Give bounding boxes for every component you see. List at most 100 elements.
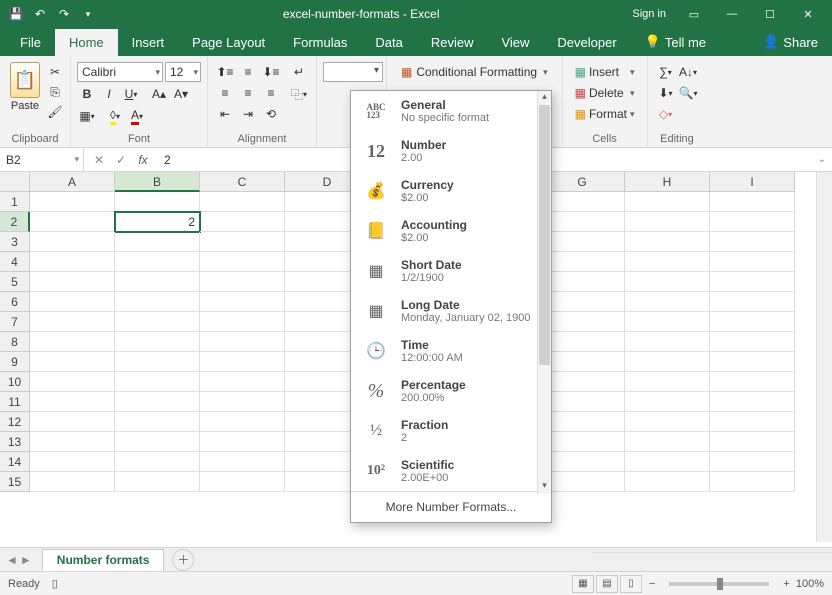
bold-button[interactable]: B <box>77 84 97 104</box>
find-select-icon[interactable]: 🔍▾ <box>678 83 699 103</box>
cell[interactable] <box>710 392 795 412</box>
number-format-combo[interactable] <box>323 62 383 82</box>
cell[interactable] <box>200 332 285 352</box>
cell[interactable] <box>710 192 795 212</box>
fx-button[interactable]: fx <box>134 153 152 167</box>
more-number-formats-button[interactable]: More Number Formats... <box>351 491 551 522</box>
column-header[interactable]: H <box>625 172 710 192</box>
cell[interactable] <box>710 312 795 332</box>
cell[interactable] <box>625 252 710 272</box>
cell[interactable] <box>115 432 200 452</box>
cell[interactable] <box>30 472 115 492</box>
number-format-option[interactable]: 🕒Time12:00:00 AM <box>351 331 551 371</box>
cell[interactable] <box>625 352 710 372</box>
row-header[interactable]: 1 <box>0 192 30 212</box>
cell[interactable] <box>30 352 115 372</box>
cell[interactable] <box>540 272 625 292</box>
cell[interactable] <box>30 192 115 212</box>
cell[interactable] <box>115 272 200 292</box>
sheet-nav-next-icon[interactable]: ► <box>20 553 32 567</box>
cell[interactable] <box>625 392 710 412</box>
cell[interactable] <box>710 292 795 312</box>
cell[interactable] <box>115 352 200 372</box>
tab-pagelayout[interactable]: Page Layout <box>178 29 279 56</box>
cell[interactable] <box>200 252 285 272</box>
cell[interactable] <box>115 192 200 212</box>
cell[interactable] <box>625 232 710 252</box>
tab-review[interactable]: Review <box>417 29 488 56</box>
cell[interactable] <box>540 212 625 232</box>
zoom-out-button[interactable]: − <box>649 578 655 590</box>
cell[interactable] <box>540 312 625 332</box>
number-format-option[interactable]: 12Number2.00 <box>351 131 551 171</box>
italic-button[interactable]: I <box>99 84 119 104</box>
underline-button[interactable]: U▾ <box>121 84 141 104</box>
cell[interactable] <box>30 412 115 432</box>
cell[interactable] <box>625 452 710 472</box>
font-color-button[interactable]: A▾ <box>127 106 147 126</box>
cell[interactable] <box>200 232 285 252</box>
undo-icon[interactable]: ↶ <box>30 4 50 24</box>
cell[interactable] <box>540 332 625 352</box>
tab-file[interactable]: File <box>6 29 55 56</box>
cell[interactable] <box>540 352 625 372</box>
row-header[interactable]: 15 <box>0 472 30 492</box>
cell[interactable] <box>710 232 795 252</box>
align-left-icon[interactable]: ≡ <box>214 83 236 103</box>
number-format-option[interactable]: 📒Accounting $2.00 <box>351 211 551 251</box>
cell[interactable] <box>30 372 115 392</box>
cell[interactable] <box>30 292 115 312</box>
cell[interactable] <box>540 472 625 492</box>
cell[interactable] <box>540 232 625 252</box>
cell[interactable] <box>710 432 795 452</box>
cell[interactable] <box>540 192 625 212</box>
horizontal-scrollbar[interactable] <box>592 552 832 568</box>
cell[interactable] <box>200 372 285 392</box>
tab-insert[interactable]: Insert <box>118 29 179 56</box>
cell[interactable] <box>540 252 625 272</box>
fill-icon[interactable]: ⬇▾ <box>656 83 676 103</box>
tab-formulas[interactable]: Formulas <box>279 29 361 56</box>
cell[interactable] <box>115 372 200 392</box>
cell[interactable] <box>625 372 710 392</box>
cell[interactable] <box>30 232 115 252</box>
redo-icon[interactable]: ↷ <box>54 4 74 24</box>
select-all-button[interactable] <box>0 172 30 192</box>
name-box[interactable]: B2 <box>0 148 84 171</box>
cell[interactable] <box>115 452 200 472</box>
cell[interactable] <box>115 312 200 332</box>
align-center-icon[interactable]: ≡ <box>237 83 259 103</box>
decrease-indent-icon[interactable]: ⇤ <box>214 104 236 124</box>
number-format-option[interactable]: ½Fraction2 <box>351 411 551 451</box>
normal-view-icon[interactable]: ▦ <box>572 575 594 593</box>
save-icon[interactable]: 💾 <box>6 4 26 24</box>
cancel-formula-icon[interactable]: ✕ <box>90 153 108 167</box>
vertical-scrollbar[interactable] <box>816 172 832 542</box>
cell[interactable] <box>625 192 710 212</box>
zoom-in-button[interactable]: + <box>783 578 789 590</box>
column-header[interactable]: C <box>200 172 285 192</box>
cell[interactable] <box>625 412 710 432</box>
close-button[interactable]: ✕ <box>790 2 826 26</box>
row-header[interactable]: 4 <box>0 252 30 272</box>
conditional-formatting-button[interactable]: ▦ Conditional Formatting <box>397 62 552 82</box>
cell[interactable] <box>30 332 115 352</box>
sort-filter-icon[interactable]: A↓▾ <box>678 62 699 82</box>
cell[interactable] <box>200 292 285 312</box>
font-size-combo[interactable]: 12 <box>165 62 201 82</box>
tab-home[interactable]: Home <box>55 29 118 56</box>
cell[interactable] <box>540 432 625 452</box>
cell[interactable] <box>30 312 115 332</box>
cell[interactable] <box>200 472 285 492</box>
cell[interactable] <box>625 292 710 312</box>
row-header[interactable]: 9 <box>0 352 30 372</box>
expand-formula-bar-icon[interactable]: ⌄ <box>812 154 832 165</box>
cell[interactable] <box>710 212 795 232</box>
row-header[interactable]: 3 <box>0 232 30 252</box>
cell[interactable] <box>200 412 285 432</box>
cell[interactable] <box>625 472 710 492</box>
copy-icon[interactable]: ⎘ <box>46 84 64 100</box>
qat-customize-icon[interactable]: ▾ <box>78 4 98 24</box>
cell[interactable] <box>200 432 285 452</box>
cell[interactable] <box>200 452 285 472</box>
